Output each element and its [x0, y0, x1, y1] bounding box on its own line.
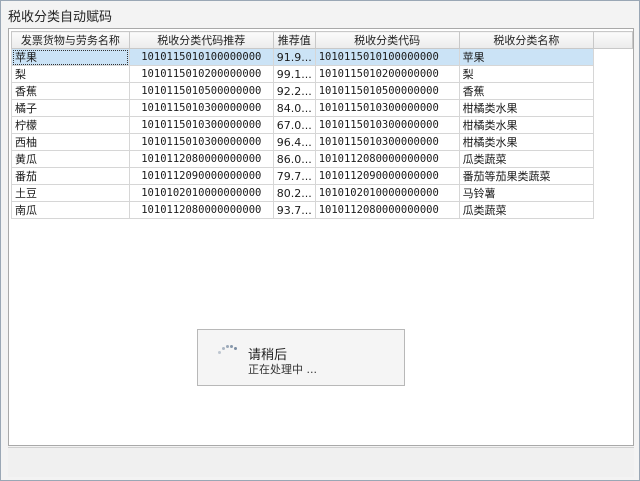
cell-recommended-code[interactable]: 1010115010200000000	[128, 65, 274, 83]
table-row[interactable]: 苹果 1010115010100000000 91.9... 101011501…	[11, 48, 633, 66]
cell-recommend-score[interactable]: 84.0...	[272, 99, 316, 117]
column-header-recommended-code[interactable]: 税收分类代码推荐	[128, 31, 274, 49]
table-row[interactable]: 南瓜 1010112080000000000 93.7... 101011208…	[11, 201, 633, 219]
cell-tax-code[interactable]: 1010115010100000000	[314, 48, 460, 66]
grid-header-row: 发票货物与劳务名称 税收分类代码推荐 推荐值 税收分类代码 税收分类名称	[11, 31, 633, 49]
cell-tax-code[interactable]: 1010115010300000000	[314, 99, 460, 117]
cell-goods-name[interactable]: 梨	[11, 65, 130, 83]
column-header-goods-name[interactable]: 发票货物与劳务名称	[11, 31, 130, 49]
cell-tax-category-name[interactable]: 马铃薯	[458, 184, 595, 202]
cell-goods-name[interactable]: 土豆	[11, 184, 130, 202]
cell-tax-code[interactable]: 1010102010000000000	[314, 184, 460, 202]
cell-recommend-score[interactable]: 96.4...	[272, 133, 316, 151]
column-header-recommend-score[interactable]: 推荐值	[272, 31, 316, 49]
cell-recommended-code[interactable]: 1010115010300000000	[128, 116, 274, 134]
loading-spinner-icon	[218, 344, 240, 356]
table-row[interactable]: 橘子 1010115010300000000 84.0... 101011501…	[11, 99, 633, 117]
bottom-strip	[8, 447, 634, 477]
column-header-filler	[593, 31, 633, 49]
cell-goods-name[interactable]: 橘子	[11, 99, 130, 117]
cell-tax-code[interactable]: 1010115010500000000	[314, 82, 460, 100]
cell-tax-category-name[interactable]: 柑橘类水果	[458, 116, 595, 134]
cell-tax-category-name[interactable]: 香蕉	[458, 82, 595, 100]
cell-recommended-code[interactable]: 1010115010300000000	[128, 99, 274, 117]
table-row[interactable]: 香蕉 1010115010500000000 92.2... 101011501…	[11, 82, 633, 100]
cell-recommended-code[interactable]: 1010112080000000000	[128, 201, 274, 219]
wait-dialog: 请稍后 正在处理中 ...	[197, 329, 405, 386]
table-row[interactable]: 梨 1010115010200000000 99.1... 1010115010…	[11, 65, 633, 83]
cell-goods-name[interactable]: 南瓜	[11, 201, 130, 219]
cell-tax-category-name[interactable]: 瓜类蔬菜	[458, 150, 595, 168]
cell-recommend-score[interactable]: 79.7...	[272, 167, 316, 185]
column-header-tax-category-name[interactable]: 税收分类名称	[458, 31, 595, 49]
table-row[interactable]: 番茄 1010112090000000000 79.7... 101011209…	[11, 167, 633, 185]
window-title: 税收分类自动赋码	[8, 10, 113, 25]
cell-tax-code[interactable]: 1010112080000000000	[314, 201, 460, 219]
cell-recommended-code[interactable]: 1010112090000000000	[128, 167, 274, 185]
cell-recommend-score[interactable]: 92.2...	[272, 82, 316, 100]
cell-recommend-score[interactable]: 91.9...	[272, 48, 316, 66]
wait-dialog-message: 正在处理中 ...	[248, 363, 317, 376]
cell-recommend-score[interactable]: 80.2...	[272, 184, 316, 202]
cell-goods-name[interactable]: 香蕉	[11, 82, 130, 100]
cell-tax-category-name[interactable]: 苹果	[458, 48, 595, 66]
cell-recommended-code[interactable]: 1010115010100000000	[128, 48, 274, 66]
cell-goods-name[interactable]: 西柚	[11, 133, 130, 151]
table-row[interactable]: 黄瓜 1010112080000000000 86.0... 101011208…	[11, 150, 633, 168]
cell-tax-category-name[interactable]: 瓜类蔬菜	[458, 201, 595, 219]
cell-goods-name[interactable]: 柠檬	[11, 116, 130, 134]
table-row[interactable]: 柠檬 1010115010300000000 67.0... 101011501…	[11, 116, 633, 134]
cell-goods-name[interactable]: 番茄	[11, 167, 130, 185]
cell-tax-code[interactable]: 1010115010200000000	[314, 65, 460, 83]
table-row[interactable]: 西柚 1010115010300000000 96.4... 101011501…	[11, 133, 633, 151]
cell-recommend-score[interactable]: 93.7...	[272, 201, 316, 219]
column-header-tax-code[interactable]: 税收分类代码	[314, 31, 460, 49]
cell-recommended-code[interactable]: 1010102010000000000	[128, 184, 274, 202]
cell-tax-code[interactable]: 1010112080000000000	[314, 150, 460, 168]
grid-panel: 发票货物与劳务名称 税收分类代码推荐 推荐值 税收分类代码 税收分类名称 苹果 …	[8, 28, 634, 446]
classification-grid: 发票货物与劳务名称 税收分类代码推荐 推荐值 税收分类代码 税收分类名称 苹果 …	[11, 31, 633, 219]
cell-recommended-code[interactable]: 1010115010300000000	[128, 133, 274, 151]
cell-tax-code[interactable]: 1010112090000000000	[314, 167, 460, 185]
cell-tax-category-name[interactable]: 梨	[458, 65, 595, 83]
cell-tax-category-name[interactable]: 柑橘类水果	[458, 99, 595, 117]
cell-goods-name[interactable]: 黄瓜	[11, 150, 130, 168]
cell-recommend-score[interactable]: 67.0...	[272, 116, 316, 134]
cell-recommend-score[interactable]: 86.0...	[272, 150, 316, 168]
cell-recommend-score[interactable]: 99.1...	[272, 65, 316, 83]
cell-goods-name[interactable]: 苹果	[11, 48, 130, 66]
cell-tax-category-name[interactable]: 柑橘类水果	[458, 133, 595, 151]
table-row[interactable]: 土豆 1010102010000000000 80.2... 101010201…	[11, 184, 633, 202]
auto-assign-code-window: 税收分类自动赋码 发票货物与劳务名称 税收分类代码推荐 推荐值 税收分类代码 税…	[0, 0, 640, 481]
cell-recommended-code[interactable]: 1010112080000000000	[128, 150, 274, 168]
cell-tax-code[interactable]: 1010115010300000000	[314, 133, 460, 151]
cell-recommended-code[interactable]: 1010115010500000000	[128, 82, 274, 100]
cell-tax-category-name[interactable]: 番茄等茄果类蔬菜	[458, 167, 595, 185]
cell-tax-code[interactable]: 1010115010300000000	[314, 116, 460, 134]
